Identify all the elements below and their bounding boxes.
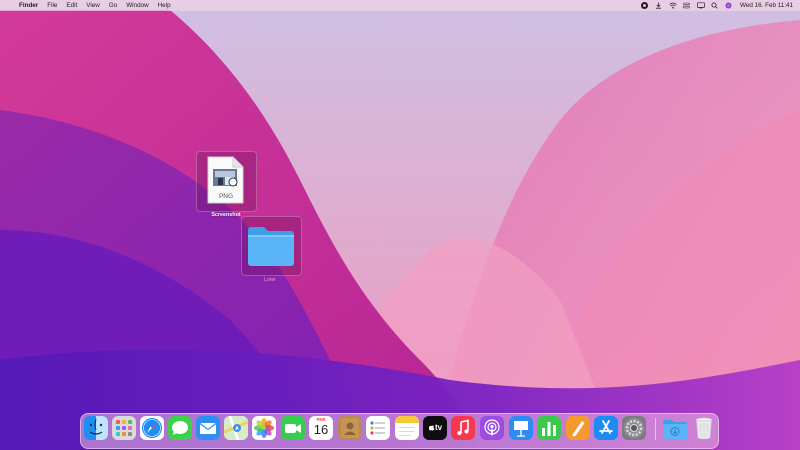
dock-messages[interactable] bbox=[168, 416, 192, 440]
music-note-icon bbox=[457, 419, 469, 435]
dock-mail[interactable] bbox=[196, 416, 220, 440]
dock-reminders[interactable] bbox=[366, 416, 390, 440]
dock-photos[interactable] bbox=[252, 416, 276, 440]
folder-icon[interactable] bbox=[246, 224, 296, 268]
dock-facetime[interactable] bbox=[281, 416, 305, 440]
display-icon[interactable] bbox=[697, 2, 705, 9]
folder-ghost-label: Lorer bbox=[264, 277, 276, 283]
dock-notes[interactable] bbox=[395, 416, 419, 440]
screen-record-icon[interactable] bbox=[641, 2, 649, 9]
finder-icon bbox=[84, 416, 108, 440]
png-badge: PNG bbox=[218, 193, 234, 200]
contact-person-icon bbox=[341, 418, 359, 438]
search-icon[interactable] bbox=[711, 2, 718, 9]
menu-help[interactable]: Help bbox=[158, 2, 171, 9]
pen-icon bbox=[572, 421, 585, 437]
dock-podcasts[interactable] bbox=[480, 416, 504, 440]
menu-window[interactable]: Window bbox=[126, 2, 148, 9]
screenshot-file-label[interactable]: Screenshot bbox=[206, 212, 246, 218]
photos-flower-icon bbox=[254, 418, 274, 438]
menu-bar: Finder File Edit View Go Window Help Wed… bbox=[0, 0, 800, 11]
dock-contacts[interactable] bbox=[338, 416, 362, 440]
envelope-icon bbox=[199, 423, 217, 434]
podcast-icon bbox=[484, 419, 500, 436]
dock-maps[interactable] bbox=[224, 416, 248, 440]
dock-trash[interactable] bbox=[694, 416, 714, 440]
calendar-day: 16 bbox=[313, 422, 329, 437]
control-center-icon[interactable] bbox=[683, 2, 690, 9]
dock-launchpad[interactable] bbox=[112, 416, 136, 440]
video-camera-icon bbox=[285, 424, 301, 433]
menu-edit[interactable]: Edit bbox=[66, 2, 77, 9]
message-bubble-icon bbox=[172, 421, 188, 435]
launchpad-icon bbox=[116, 420, 132, 436]
presentation-icon bbox=[514, 421, 528, 437]
map-icon bbox=[224, 416, 248, 440]
wifi-icon[interactable] bbox=[669, 2, 677, 9]
dock-system-preferences[interactable] bbox=[622, 416, 646, 440]
menu-go[interactable]: Go bbox=[109, 2, 117, 9]
trash-icon bbox=[695, 417, 713, 440]
dock-pages[interactable] bbox=[566, 416, 590, 440]
menu-file[interactable]: File bbox=[47, 2, 57, 9]
tv-label: tv bbox=[435, 423, 443, 432]
dock-downloads[interactable] bbox=[662, 418, 688, 440]
notepad-icon bbox=[395, 416, 419, 436]
dock-app-store[interactable] bbox=[594, 416, 618, 440]
desktop-wallpaper bbox=[0, 0, 800, 450]
menu-view[interactable]: View bbox=[86, 2, 100, 9]
bar-chart-icon bbox=[542, 422, 556, 436]
dock-numbers[interactable] bbox=[537, 416, 561, 440]
dock-separator bbox=[655, 418, 656, 440]
compass-icon bbox=[142, 418, 162, 438]
menu-app-name[interactable]: Finder bbox=[19, 2, 38, 9]
siri-icon[interactable] bbox=[725, 2, 732, 9]
checklist-icon bbox=[370, 421, 385, 435]
gear-icon bbox=[624, 418, 644, 438]
download-icon[interactable] bbox=[655, 2, 662, 9]
dock-music[interactable] bbox=[451, 416, 475, 440]
app-store-icon bbox=[599, 420, 613, 434]
dock-calendar[interactable]: FEB 16 bbox=[309, 416, 333, 440]
dock-finder[interactable] bbox=[84, 416, 108, 440]
dock-keynote[interactable] bbox=[509, 416, 533, 440]
menu-clock[interactable]: Wed 16. Feb 11:41 bbox=[740, 2, 793, 9]
dock-safari[interactable] bbox=[140, 416, 164, 440]
downloads-folder-icon bbox=[663, 420, 687, 439]
dock-tv[interactable]: tv bbox=[423, 416, 447, 440]
